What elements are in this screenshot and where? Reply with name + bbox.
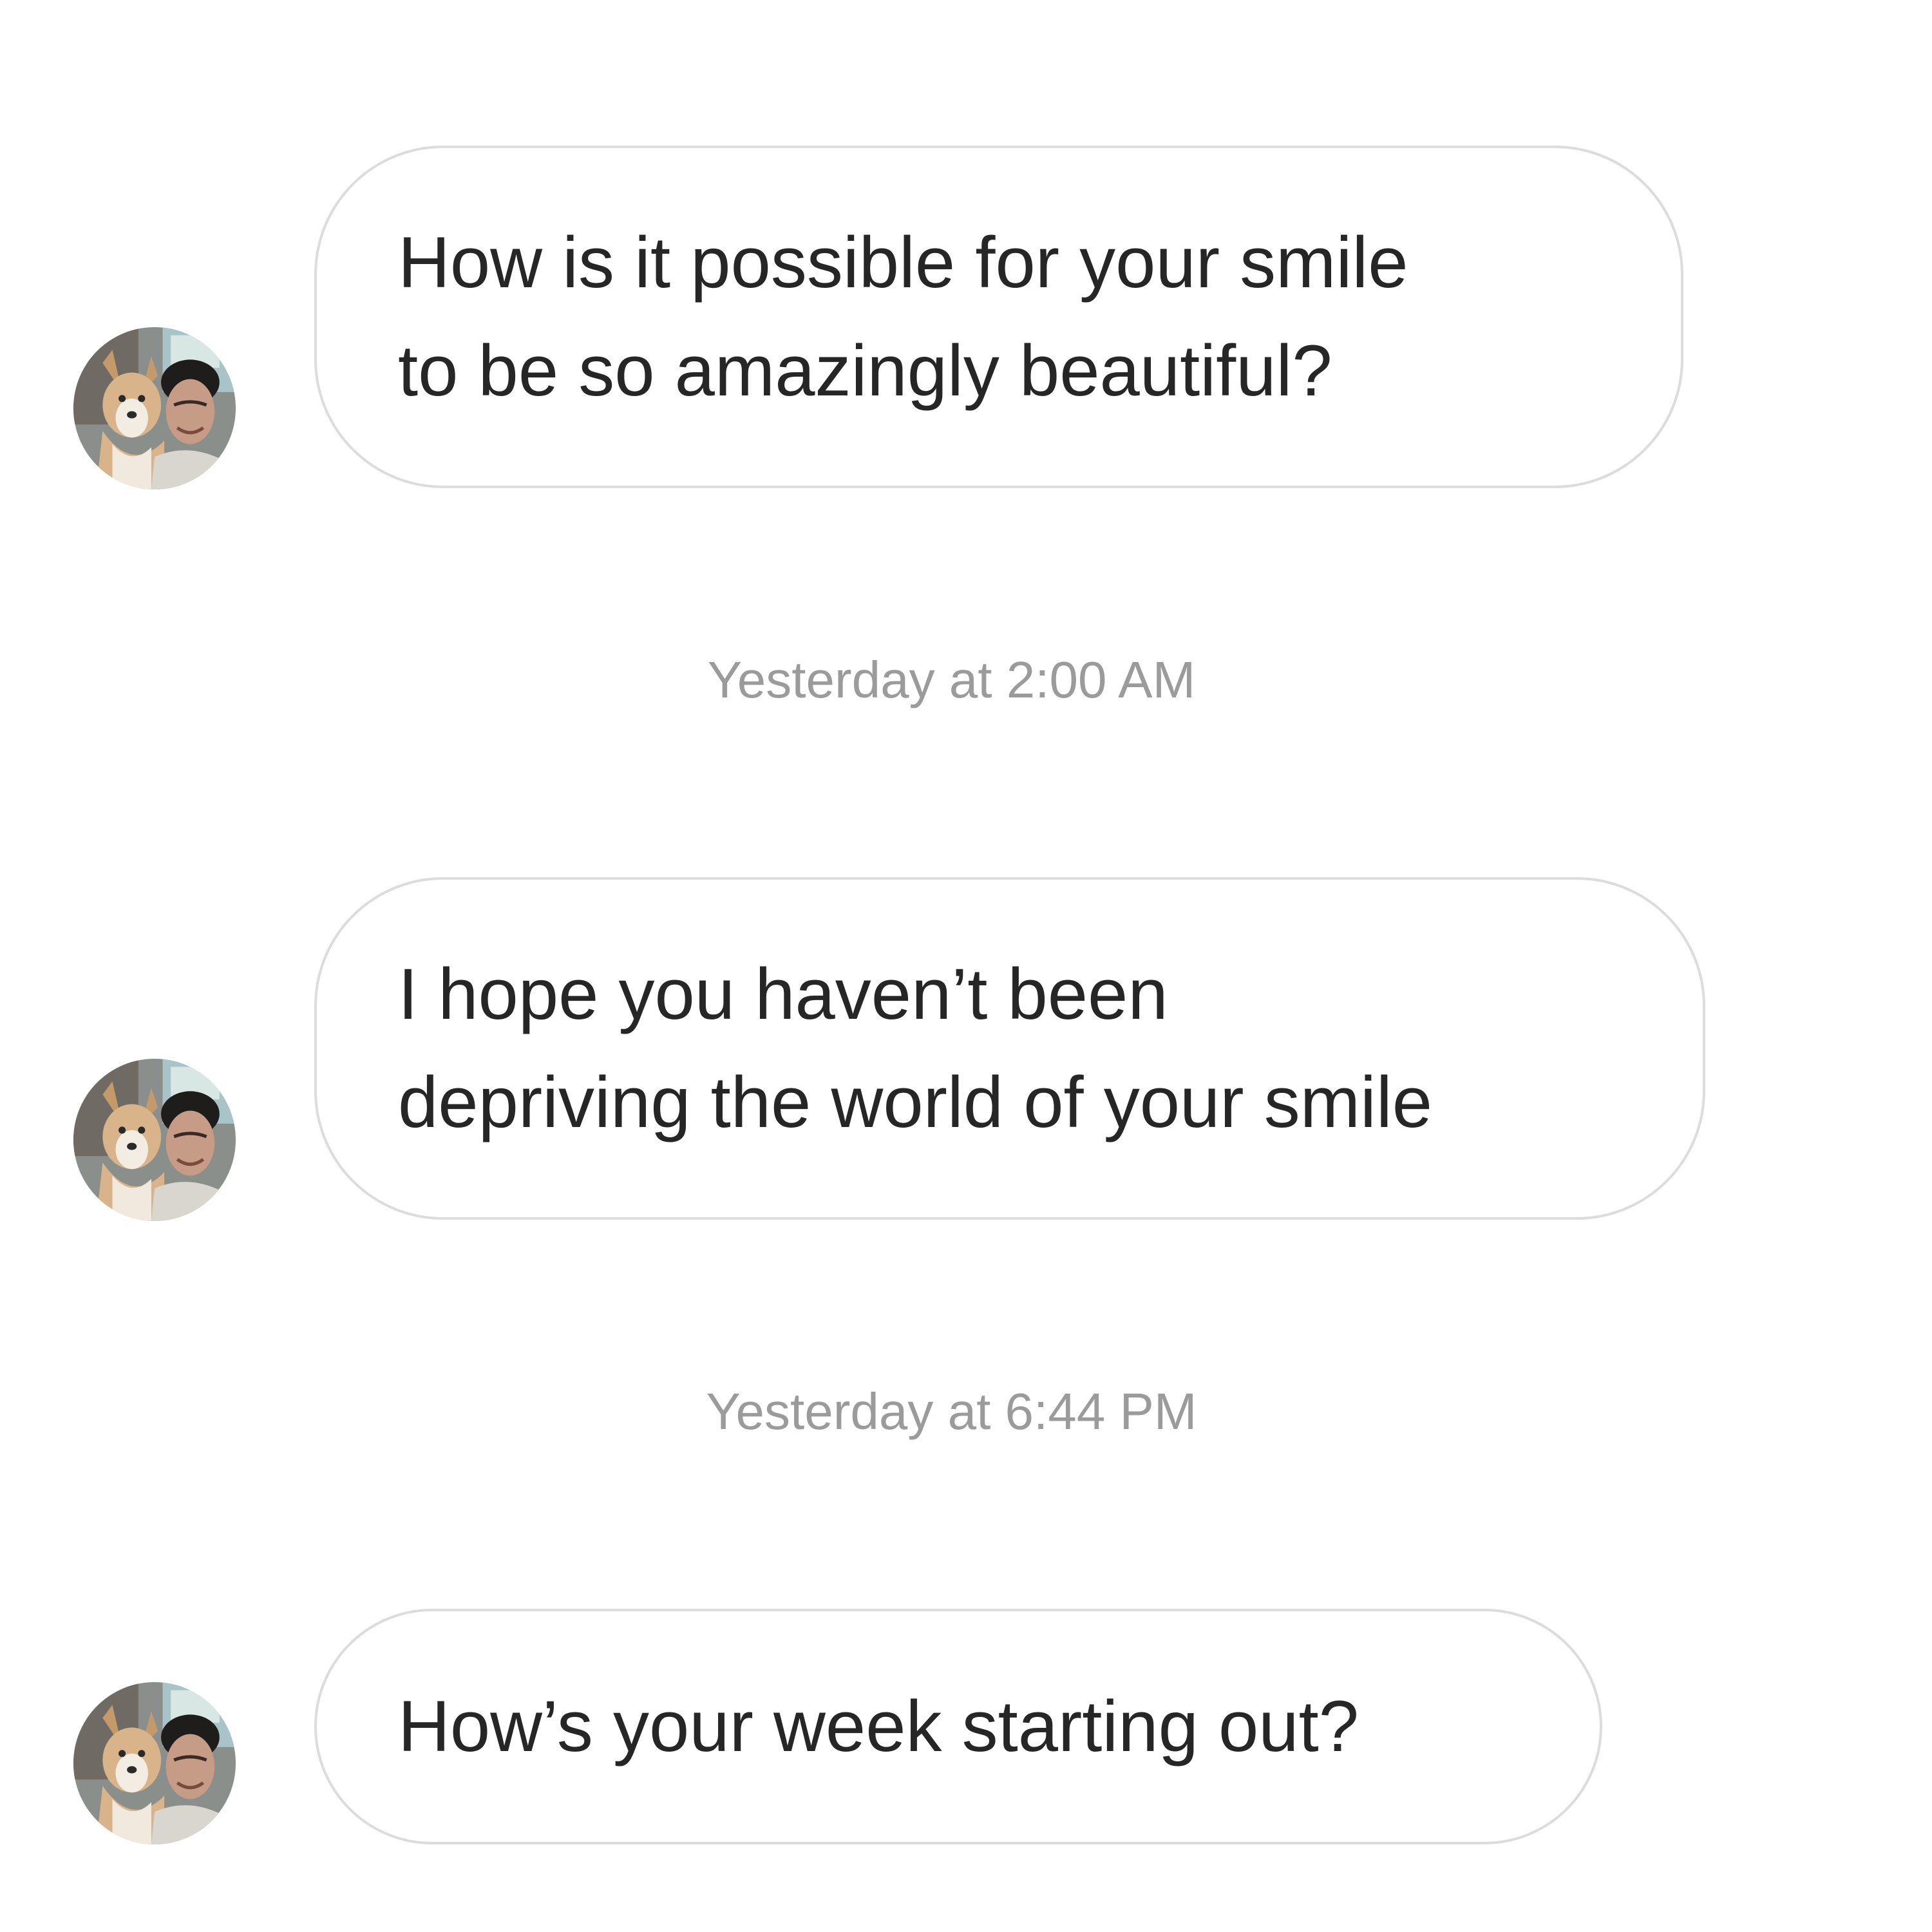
message-timestamp: Yesterday at 6:44 PM xyxy=(706,1383,1197,1440)
sender-avatar[interactable] xyxy=(73,327,236,489)
message-text-line: depriving the world of your smile xyxy=(398,1062,1433,1142)
message-text-line: I hope you haven’t been xyxy=(398,954,1168,1034)
message-bubble[interactable]: I hope you haven’t been depriving the wo… xyxy=(314,877,1705,1220)
message-text-line: How is it possible for your smile xyxy=(398,222,1408,303)
message-timestamp: Yesterday at 2:00 AM xyxy=(707,651,1196,708)
message-text-line: How’s your week starting out? xyxy=(398,1686,1359,1766)
message-thread: How is it possible for your smile to be … xyxy=(0,0,1932,1932)
message-bubble[interactable]: How’s your week starting out? xyxy=(314,1609,1602,1844)
profile-photo-icon xyxy=(73,1059,236,1221)
profile-photo-icon xyxy=(73,1682,236,1844)
sender-avatar[interactable] xyxy=(73,1059,236,1221)
message-bubble[interactable]: How is it possible for your smile to be … xyxy=(314,146,1683,488)
profile-photo-icon xyxy=(73,327,236,489)
message-text-line: to be so amazingly beautiful? xyxy=(398,330,1332,411)
sender-avatar[interactable] xyxy=(73,1682,236,1844)
